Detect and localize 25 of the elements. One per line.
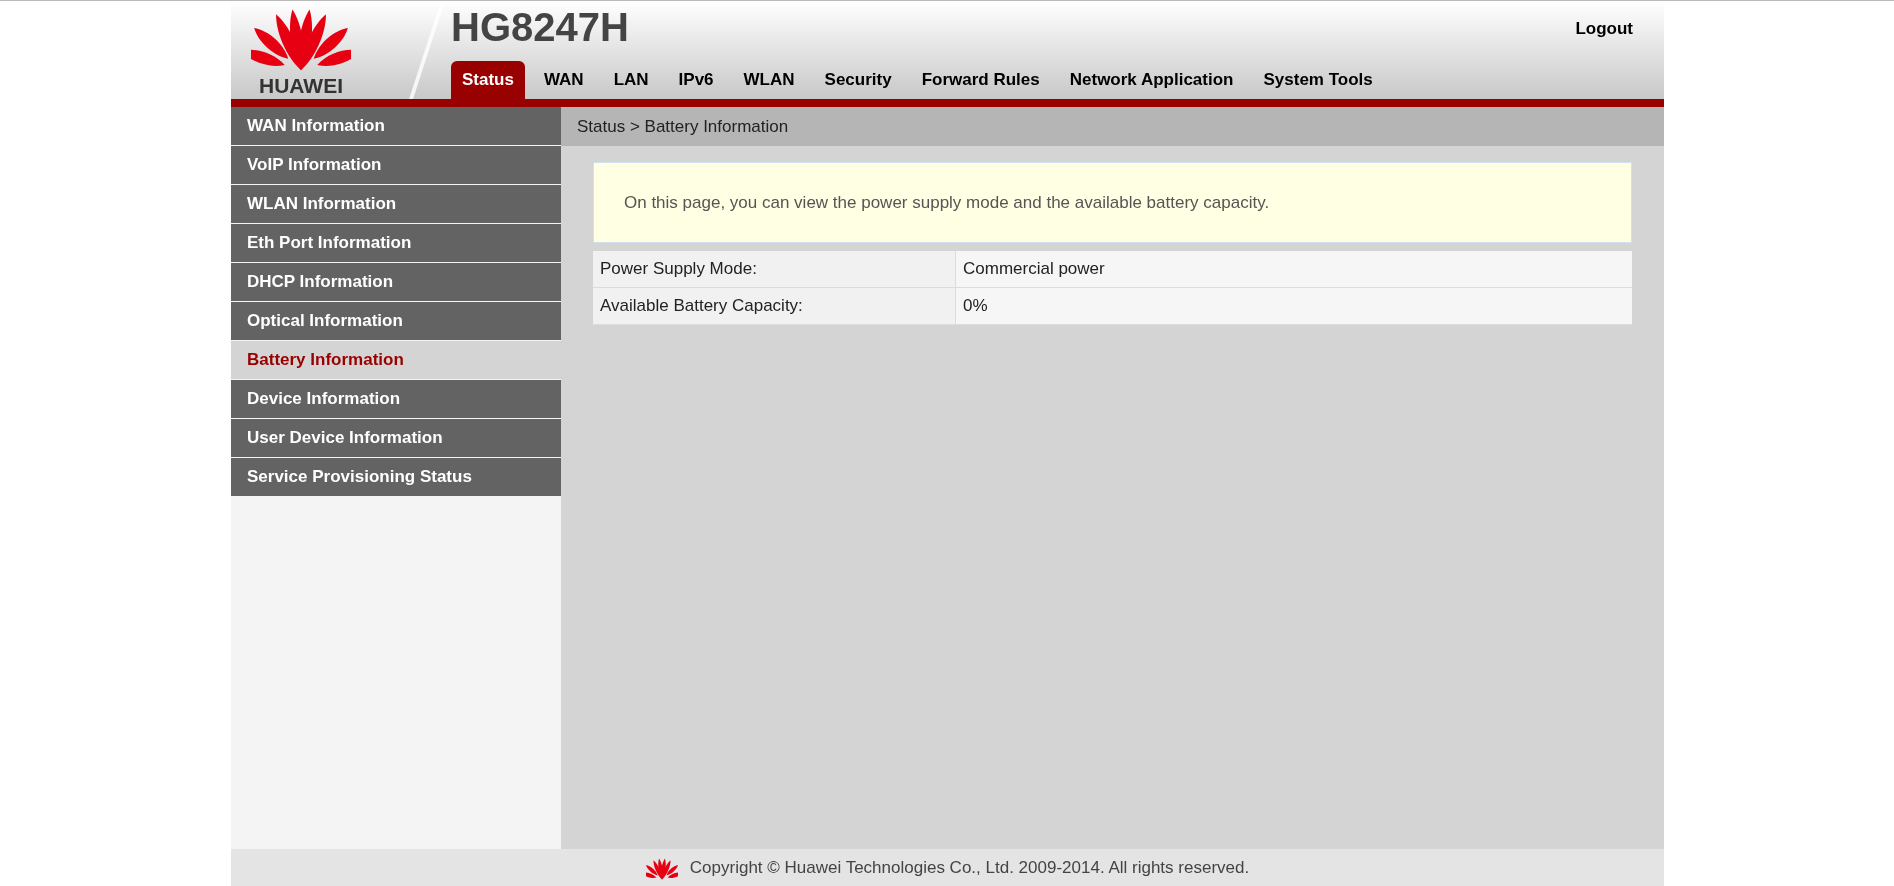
sidebar-item[interactable]: Device Information [231,380,561,418]
brand-name: HUAWEI [259,75,343,96]
sidebar-item[interactable]: Battery Information [231,341,561,379]
copyright-text: Copyright © Huawei Technologies Co., Ltd. 2009-2014. All rights reserved. [689,856,1250,879]
nav-tab[interactable]: Status [451,61,525,99]
sidebar-item[interactable]: WAN Information [231,107,561,145]
info-text: On this page, you can view the power supply mode and the available battery capacity. [624,191,1270,214]
nav-tab[interactable]: System Tools [1252,61,1384,99]
model-title: HG8247H [451,7,629,47]
sidebar-item[interactable]: Eth Port Information [231,224,561,262]
logout-link[interactable]: Logout [1575,16,1633,42]
sidebar-item[interactable]: DHCP Information [231,263,561,301]
nav-tab[interactable]: Security [813,61,903,99]
sidebar-item[interactable]: VoIP Information [231,146,561,184]
nav-tab[interactable]: WLAN [732,61,806,99]
sidebar-item[interactable]: WLAN Information [231,185,561,223]
sidebar-item[interactable]: Service Provisioning Status [231,458,561,496]
sidebar-item[interactable]: User Device Information [231,419,561,457]
nav-tab[interactable]: Forward Rules [910,61,1051,99]
breadcrumb: Status > Battery Information [577,115,789,138]
sidebar-item[interactable]: Optical Information [231,302,561,340]
nav-tab[interactable]: IPv6 [667,61,725,99]
nav-tab[interactable]: Network Application [1058,61,1245,99]
nav-tab[interactable]: WAN [532,61,595,99]
nav-tab[interactable]: LAN [602,61,660,99]
